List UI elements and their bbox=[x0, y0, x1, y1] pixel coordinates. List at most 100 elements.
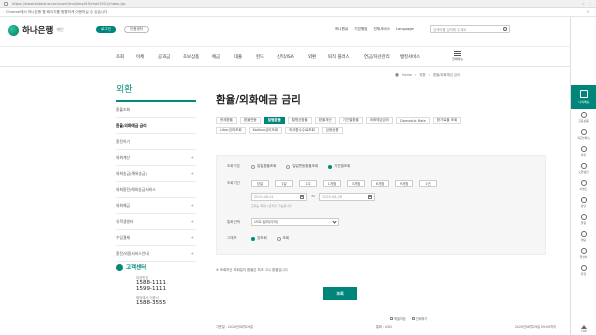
period-button[interactable]: 1주 bbox=[299, 180, 317, 187]
quick-bar: 나의메뉴 금융상품 최근본메뉴 외환 오픈뱅킹 이벤트 상담 알림 채팅 앱설치… bbox=[570, 17, 596, 335]
side-nav-item[interactable]: 환율조회 bbox=[116, 102, 196, 118]
my-menu-button[interactable]: 나의메뉴 bbox=[571, 85, 596, 109]
side-nav-item[interactable]: 외화계산 + bbox=[116, 150, 196, 166]
side-nav-item[interactable]: 외화예금 + bbox=[116, 198, 196, 214]
top-button[interactable]: TOP bbox=[571, 325, 596, 333]
period-button[interactable]: 1년 bbox=[419, 180, 437, 187]
tab-item[interactable]: 환율변동 bbox=[239, 117, 261, 124]
all-menu-button[interactable]: 전체메뉴 bbox=[452, 51, 463, 61]
period-button[interactable]: 1일 bbox=[275, 180, 293, 187]
util-item[interactable]: 기업뱅킹 bbox=[354, 27, 367, 32]
util-item[interactable]: 하나원큐 bbox=[335, 27, 348, 32]
cert-center-button[interactable]: 인증센터 bbox=[124, 26, 150, 33]
period-button[interactable]: 6개월 bbox=[371, 180, 389, 187]
call-center-title: 고객센터 bbox=[126, 265, 147, 271]
period-button[interactable]: 9개월 bbox=[395, 180, 413, 187]
search-input[interactable]: 검색어를 입력해 주세요 bbox=[430, 25, 510, 33]
tab-item[interactable]: 외국환수수료조회 bbox=[284, 127, 319, 134]
quick-item[interactable]: 앱설치 bbox=[571, 245, 596, 262]
my-menu-icon bbox=[580, 90, 588, 98]
gnb-item[interactable]: 연금/자산관리 bbox=[364, 54, 390, 60]
gnb-item[interactable]: 조회 bbox=[116, 54, 124, 60]
breadcrumb-item[interactable]: 외환 bbox=[419, 72, 425, 77]
quick-item[interactable]: 금융상품 bbox=[571, 109, 596, 126]
call-number: 1599-1111 bbox=[136, 286, 166, 292]
tab-item[interactable]: 월평균환율 bbox=[287, 117, 312, 124]
calendar-icon[interactable] bbox=[368, 195, 373, 199]
time-info: 2020년06월29일 09:00까지 bbox=[514, 325, 556, 329]
side-nav-item[interactable]: 외화환전/해외송금서비스 bbox=[116, 182, 196, 198]
plus-icon: + bbox=[190, 219, 194, 224]
quick-item[interactable]: 상담 bbox=[571, 194, 596, 211]
gnb-item[interactable]: 뱅킹서비스 bbox=[400, 54, 420, 60]
tab-item[interactable]: Domestic Rate bbox=[396, 117, 430, 124]
currency-label: 통화선택 bbox=[227, 219, 240, 224]
side-nav-list: 환율조회 환율/외화예금 금리 환전하기 외화계산 + 외화송금(해외송금) + 외… bbox=[116, 100, 196, 262]
home-icon[interactable] bbox=[395, 72, 399, 77]
type-radio-selected[interactable]: 기간별조회 bbox=[328, 164, 350, 169]
tab-item[interactable]: Libor금리조회 bbox=[216, 127, 246, 134]
end-date-field[interactable]: 2020-06-28 bbox=[319, 193, 376, 201]
side-nav-item[interactable]: 유학생센터 + bbox=[116, 214, 196, 230]
more-icon[interactable]: ⋮ bbox=[588, 1, 592, 6]
tab-item[interactable]: 환가료율 조회 bbox=[432, 117, 462, 124]
gnb-item[interactable]: 퇴직 플러스 bbox=[328, 54, 350, 60]
gnb-item[interactable]: 이체 bbox=[136, 54, 144, 60]
quick-item[interactable]: 알림 bbox=[571, 211, 596, 228]
period-button[interactable]: 1개월 bbox=[323, 180, 341, 187]
period-button[interactable]: 3개월 bbox=[347, 180, 365, 187]
tab-item[interactable]: 외화예금금리 bbox=[365, 117, 394, 124]
period-button[interactable]: 당일 bbox=[251, 180, 269, 187]
logo[interactable]: 하나은행 개인 bbox=[8, 24, 64, 36]
display-radio-selected[interactable]: 표조회 bbox=[251, 236, 267, 241]
currency-select[interactable]: USD 달러(미국) bbox=[251, 218, 339, 226]
gnb-item[interactable]: 신탁/ISA bbox=[277, 54, 294, 60]
radio-icon bbox=[276, 236, 281, 241]
language-select[interactable]: Language bbox=[396, 27, 414, 32]
quick-item[interactable]: 이벤트 bbox=[571, 177, 596, 194]
gnb-item[interactable]: 외환 bbox=[308, 54, 316, 60]
side-nav-item[interactable]: 수입결제 + bbox=[116, 230, 196, 246]
search-icon[interactable] bbox=[503, 27, 507, 31]
tab-item[interactable]: 현재환율 bbox=[216, 117, 237, 124]
gnb-item[interactable]: 대출 bbox=[234, 54, 242, 60]
date-row: 2020-06-01 ~ 2020-06-28 bbox=[251, 193, 376, 201]
tab-item[interactable]: 기간별환율 bbox=[338, 117, 363, 124]
side-nav: 외환 환율조회 환율/외화예금 금리 환전하기 외화계산 + 외화송금(해외송금)… bbox=[116, 82, 196, 262]
close-icon[interactable]: × bbox=[586, 10, 590, 15]
url-field[interactable]: https://www.kebhana.com/cont/mall/mall15… bbox=[12, 2, 126, 6]
phone-icon bbox=[116, 263, 123, 271]
quick-item[interactable]: 원큐 bbox=[571, 262, 596, 279]
side-nav-item-active[interactable]: 환율/외화예금 금리 bbox=[116, 118, 196, 134]
quick-item[interactable]: 오픈뱅킹 bbox=[571, 160, 596, 177]
gnb-item[interactable]: 펀드 bbox=[256, 54, 264, 60]
type-radio[interactable]: 일일변동환율조회 bbox=[286, 164, 318, 169]
login-button[interactable]: 로그인 bbox=[96, 26, 116, 33]
calendar-icon[interactable] bbox=[300, 195, 304, 199]
side-nav-item[interactable]: 외화송금(해외송금) + bbox=[116, 166, 196, 182]
excel-button[interactable]: 엑셀저장 bbox=[390, 316, 406, 321]
tab-item[interactable]: 금융상품 bbox=[321, 127, 343, 134]
quick-item[interactable]: 채팅 bbox=[571, 228, 596, 245]
gnb-item[interactable]: 초보상품 bbox=[183, 54, 199, 60]
print-button[interactable]: 인쇄하기 bbox=[411, 316, 427, 321]
quick-item[interactable]: 외환 bbox=[571, 143, 596, 160]
gnb-item[interactable]: 공과금 bbox=[158, 54, 170, 60]
side-nav-item[interactable]: 환전하기 bbox=[116, 134, 196, 150]
quick-icon bbox=[580, 248, 587, 254]
tab-item[interactable]: 환율계산 bbox=[314, 117, 336, 124]
util-item[interactable]: 전체서비스 bbox=[373, 27, 390, 32]
type-radio[interactable]: 일일환율조회 bbox=[251, 164, 276, 169]
side-nav-item[interactable]: 환전/외환서비스안내 + bbox=[116, 246, 196, 262]
tab-item-active[interactable]: 일별환율 bbox=[263, 117, 285, 124]
search-submit-button[interactable]: 조회 bbox=[323, 287, 357, 300]
quick-item[interactable]: 최근본메뉴 bbox=[571, 126, 596, 143]
breadcrumb-item: 환율/외화예금 금리 bbox=[432, 73, 461, 77]
gnb-item[interactable]: 예금 bbox=[212, 54, 220, 60]
currency-info: 통화 : USD bbox=[376, 325, 392, 329]
start-date-field[interactable]: 2020-06-01 bbox=[251, 193, 307, 201]
breadcrumb-item[interactable]: Home bbox=[402, 73, 412, 77]
display-radio[interactable]: 조회 bbox=[276, 236, 289, 241]
tab-item[interactable]: Koribor금리조회 bbox=[248, 127, 282, 134]
star-icon[interactable]: ☆ bbox=[581, 1, 585, 6]
